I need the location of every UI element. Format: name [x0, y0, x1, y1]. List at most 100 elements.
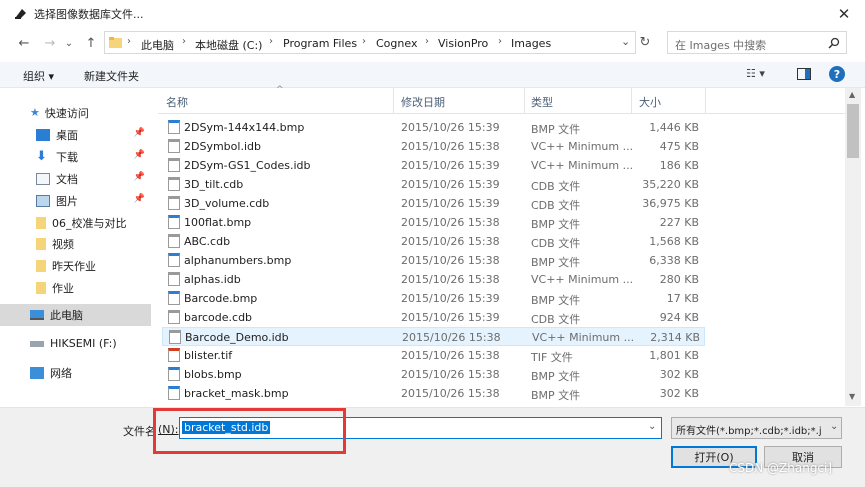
file-date: 2015/10/26 15:39: [401, 159, 500, 172]
file-type: CDB 文件: [531, 313, 581, 326]
file-icon: [168, 158, 180, 172]
file-date: 2015/10/26 15:39: [401, 311, 500, 324]
file-row[interactable]: 2DSymbol.idb 2015/10/26 15:38 VC++ Minimum…: [162, 137, 705, 156]
file-row[interactable]: 2DSym-GS1_Codes.idb 2015/10/26 15:39 VC++ …: [162, 156, 705, 175]
file-size: 475 KB: [659, 140, 699, 153]
file-type: CDB 文件: [531, 199, 581, 212]
file-date: 2015/10/26 15:39: [401, 178, 500, 191]
file-icon: [168, 139, 180, 153]
dialog-footer: 文件名 (N): bracket_std.idb ⌄ 所有文件(*.bmp;*.…: [0, 407, 865, 487]
file-row[interactable]: bracket_mask.bmp 2015/10/26 15:38 BMP 文件 30…: [162, 384, 705, 403]
chevron-down-icon[interactable]: ⌄: [830, 421, 838, 432]
file-icon: [168, 367, 180, 381]
file-type: TIF 文件: [531, 351, 573, 364]
file-size: 302 KB: [659, 387, 699, 400]
file-name: Barcode_Demo.idb: [185, 331, 289, 344]
file-name: alphas.idb: [184, 273, 241, 286]
file-type: BMP 文件: [531, 123, 581, 136]
file-open-dialog: 选择图像数据库文件... ✕ ← → ⌄ ↑ › 此电脑 › 本地磁盘 (C:)…: [0, 0, 865, 487]
file-row[interactable]: 100flat.bmp 2015/10/26 15:38 BMP 文件 227 KB: [162, 213, 705, 232]
file-size: 1,801 KB: [649, 349, 699, 362]
file-size: 186 KB: [659, 159, 699, 172]
file-type: BMP 文件: [531, 256, 581, 269]
file-icon: [168, 177, 180, 191]
filename-label: 文件名: [123, 425, 156, 438]
file-name: 2DSym-144x144.bmp: [184, 121, 305, 134]
file-row[interactable]: blobs.bmp 2015/10/26 15:38 BMP 文件 302 KB: [162, 365, 705, 384]
file-type-filter[interactable]: 所有文件(*.bmp;*.cdb;*.idb;*.j ⌄: [671, 417, 842, 439]
file-size: 6,338 KB: [649, 254, 699, 267]
file-icon: [168, 215, 180, 229]
file-row[interactable]: 3D_tilt.cdb 2015/10/26 15:39 CDB 文件 35,220 …: [162, 175, 705, 194]
file-date: 2015/10/26 15:38: [401, 140, 500, 153]
chevron-down-icon[interactable]: ⌄: [648, 421, 656, 432]
file-name: 2DSymbol.idb: [184, 140, 261, 153]
file-name: Barcode.bmp: [184, 292, 258, 305]
file-name: blobs.bmp: [184, 368, 242, 381]
file-size: 1,446 KB: [649, 121, 699, 134]
file-row[interactable]: Barcode.bmp 2015/10/26 15:39 BMP 文件 17 KB: [162, 289, 705, 308]
file-size: 280 KB: [659, 273, 699, 286]
file-date: 2015/10/26 15:39: [401, 121, 500, 134]
file-type: CDB 文件: [531, 237, 581, 250]
watermark-text: CSDN @Zhangci]: [729, 461, 833, 475]
file-date: 2015/10/26 15:38: [401, 235, 500, 248]
file-name: 3D_tilt.cdb: [184, 178, 244, 191]
filename-input[interactable]: bracket_std.idb: [182, 421, 271, 434]
file-date: 2015/10/26 15:38: [401, 387, 500, 400]
file-icon: [168, 386, 180, 400]
file-size: 924 KB: [659, 311, 699, 324]
file-size: 1,568 KB: [649, 235, 699, 248]
file-size: 227 KB: [659, 216, 699, 229]
filename-combobox[interactable]: bracket_std.idb ⌄: [179, 417, 662, 439]
file-size: 2,314 KB: [650, 331, 700, 344]
file-type: CDB 文件: [531, 180, 581, 193]
vertical-scrollbar[interactable]: ▲ ▼: [845, 88, 861, 406]
file-row[interactable]: Barcode_Demo.idb 2015/10/26 15:38 VC++ Min…: [162, 327, 705, 346]
file-icon: [168, 120, 180, 134]
file-icon: [169, 330, 181, 344]
filename-accelerator: (N):: [158, 423, 179, 436]
file-row[interactable]: alphas.idb 2015/10/26 15:38 VC++ Minimum .…: [162, 270, 705, 289]
file-row[interactable]: ABC.cdb 2015/10/26 15:38 CDB 文件 1,568 KB: [162, 232, 705, 251]
file-date: 2015/10/26 15:38: [401, 273, 500, 286]
file-icon: [168, 234, 180, 248]
file-size: 17 KB: [666, 292, 699, 305]
file-row[interactable]: barcode.cdb 2015/10/26 15:39 CDB 文件 924 KB: [162, 308, 705, 327]
scrollbar-thumb[interactable]: [847, 104, 859, 158]
file-name: ABC.cdb: [184, 235, 231, 248]
file-type-filter-value: 所有文件(*.bmp;*.cdb;*.idb;*.j: [676, 426, 822, 437]
file-icon: [168, 196, 180, 210]
file-type: BMP 文件: [531, 218, 581, 231]
file-name: barcode.cdb: [184, 311, 253, 324]
file-name: 100flat.bmp: [184, 216, 252, 229]
file-date: 2015/10/26 15:38: [401, 254, 500, 267]
file-list: 2DSym-144x144.bmp 2015/10/26 15:39 BMP 文件 1…: [0, 0, 845, 406]
file-icon: [168, 291, 180, 305]
file-icon: [168, 348, 180, 362]
file-date: 2015/10/26 15:38: [401, 349, 500, 362]
file-name: alphanumbers.bmp: [184, 254, 292, 267]
file-name: 2DSym-GS1_Codes.idb: [184, 159, 311, 172]
file-icon: [168, 272, 180, 286]
file-date: 2015/10/26 15:38: [401, 368, 500, 381]
file-type: BMP 文件: [531, 294, 581, 307]
file-type: BMP 文件: [531, 370, 581, 383]
file-row-partial[interactable]: [162, 403, 705, 406]
file-size: 36,975 KB: [642, 197, 699, 210]
file-date: 2015/10/26 15:39: [401, 197, 500, 210]
file-icon: [168, 310, 180, 324]
file-row[interactable]: 2DSym-144x144.bmp 2015/10/26 15:39 BMP 文件 1…: [162, 118, 705, 137]
file-row[interactable]: 3D_volume.cdb 2015/10/26 15:39 CDB 文件 36,97…: [162, 194, 705, 213]
file-row[interactable]: blister.tif 2015/10/26 15:38 TIF 文件 1,801 K…: [162, 346, 705, 365]
file-name: 3D_volume.cdb: [184, 197, 270, 210]
file-date: 2015/10/26 15:39: [401, 292, 500, 305]
file-date: 2015/10/26 15:38: [401, 216, 500, 229]
file-date: 2015/10/26 15:38: [402, 331, 501, 344]
file-row[interactable]: alphanumbers.bmp 2015/10/26 15:38 BMP 文件 6,…: [162, 251, 705, 270]
file-name: blister.tif: [184, 349, 233, 362]
file-icon: [168, 253, 180, 267]
file-size: 35,220 KB: [642, 178, 699, 191]
file-name: bracket_mask.bmp: [184, 387, 289, 400]
file-type: BMP 文件: [531, 389, 581, 402]
